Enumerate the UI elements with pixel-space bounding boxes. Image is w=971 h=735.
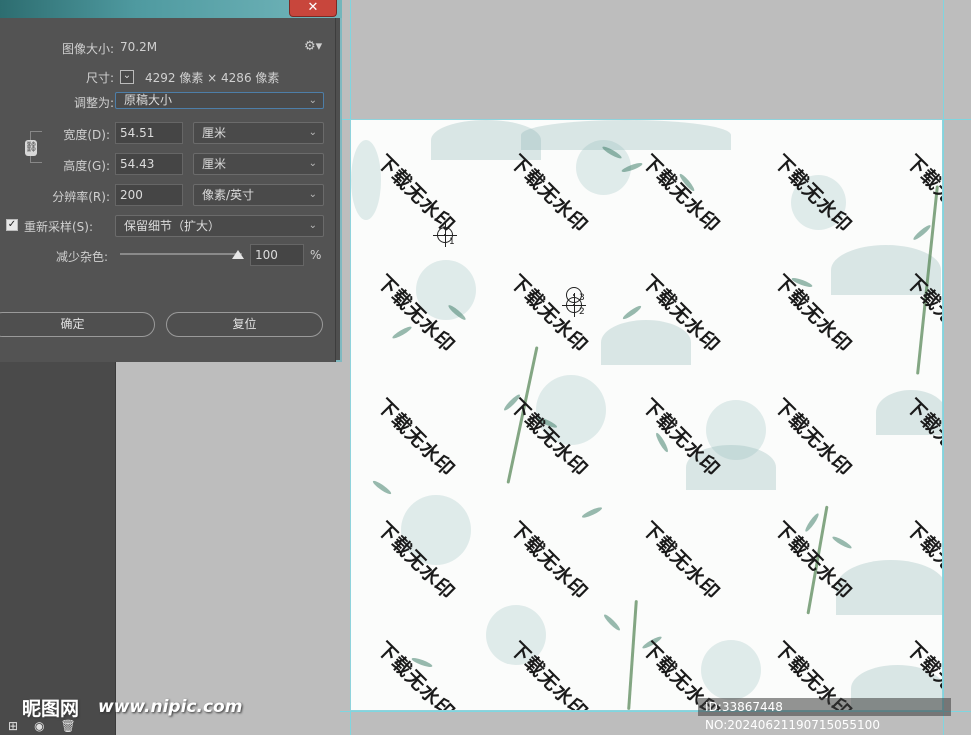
bamboo-leaf [831, 534, 853, 551]
noise-slider-track[interactable] [120, 253, 242, 255]
chevron-down-icon: ⌄ [308, 95, 317, 106]
fan-decoration [521, 120, 731, 150]
noise-label: 减少杂色: [55, 250, 108, 264]
fit-to-value: 原稿大小 [124, 93, 173, 107]
width-label: 宽度(D): [63, 128, 110, 142]
ok-button[interactable]: 确定 [0, 312, 155, 337]
image-size-dialog: ✕ 图像大小: 70.2M ⚙▾ 尺寸: ⌄ 4292 像素 × 4286 像素… [0, 0, 342, 362]
noise-unit: % [310, 248, 322, 262]
watermark-text: 下载无水印 [505, 517, 592, 605]
chevron-down-icon: ⌄ [308, 127, 317, 138]
bamboo-leaf [911, 223, 933, 242]
workspace: ⊞ ◉ 🗑 下载无水印 下载无水印 下载无水印 下载无水印 下载无水印 下载无水… [0, 0, 971, 735]
noise-field[interactable] [250, 244, 304, 266]
resolution-label: 分辨率(R): [52, 190, 110, 204]
trash-icon[interactable]: 🗑 [61, 719, 76, 733]
watermark-text: 下载无水印 [372, 637, 459, 711]
watermark-text: 下载无水印 [769, 394, 856, 482]
close-icon: ✕ [307, 0, 319, 15]
gear-icon[interactable]: ⚙▾ [304, 39, 322, 54]
width-field[interactable] [115, 122, 183, 144]
height-unit-value: 厘米 [202, 157, 227, 171]
resolution-unit-value: 像素/英寸 [202, 188, 255, 202]
sampler-number: 3 [579, 293, 585, 303]
document-canvas[interactable]: 下载无水印 下载无水印 下载无水印 下载无水印 下载无水印 下载无水印 下载无水… [350, 119, 943, 711]
noise-slider-thumb[interactable] [232, 250, 244, 259]
new-layer-icon[interactable]: ⊞ [8, 719, 18, 733]
watermark-text: 下载无水印 [637, 517, 724, 605]
watermark-text: 下载无水印 [901, 150, 943, 238]
height-unit-select[interactable]: 厘米 ⌄ [193, 153, 324, 175]
image-size-label: 图像大小: [61, 42, 114, 56]
sampler-number: 2 [579, 307, 585, 317]
bamboo-stem [627, 600, 638, 710]
camera-icon[interactable]: ◉ [34, 719, 44, 733]
bamboo-leaf [391, 324, 413, 341]
color-sampler-1[interactable]: 1 [433, 223, 459, 249]
width-unit-select[interactable]: 厘米 ⌄ [193, 122, 324, 144]
resample-select[interactable]: 保留细节（扩大） ⌄ [115, 215, 324, 237]
guide-line [943, 0, 944, 735]
chevron-down-icon: ⌄ [308, 189, 317, 200]
watermark-text: 下载无水印 [637, 150, 724, 238]
fit-to-select[interactable]: 原稿大小 ⌄ [115, 92, 324, 109]
watermark-text: 下载无水印 [769, 517, 856, 605]
site-logo: 昵图网 [22, 698, 80, 720]
site-url: www.nipic.com [98, 697, 243, 717]
panel-bottom-toolbar: ⊞ ◉ 🗑 [8, 719, 76, 733]
bamboo-leaf [621, 304, 643, 321]
color-sampler-3[interactable]: 3 [562, 285, 588, 307]
close-button[interactable]: ✕ [289, 0, 337, 17]
bamboo-leaf [602, 612, 622, 633]
bamboo-leaf [803, 512, 821, 533]
chevron-down-icon: ⌄ [308, 220, 317, 231]
sampler-number: 1 [449, 237, 455, 247]
height-field[interactable] [115, 153, 183, 175]
fan-decoration [351, 140, 381, 220]
image-id-label: ID:33867448 NO:20240621190715055100 [698, 698, 951, 732]
resample-checkbox[interactable]: ✓ [6, 219, 18, 231]
dimensions-value: 4292 像素 × 4286 像素 [145, 71, 280, 85]
width-unit-value: 厘米 [202, 126, 227, 140]
watermark-text: 下载无水印 [372, 394, 459, 482]
bamboo-leaf [371, 479, 393, 496]
resolution-unit-select[interactable]: 像素/英寸 ⌄ [193, 184, 324, 206]
resample-value: 保留细节（扩大） [124, 219, 221, 233]
image-size-value: 70.2M [120, 40, 158, 54]
dialog-body: 图像大小: 70.2M ⚙▾ 尺寸: ⌄ 4292 像素 × 4286 像素 调… [0, 18, 336, 362]
dimensions-dropdown[interactable]: ⌄ [120, 70, 134, 84]
chevron-down-icon: ⌄ [308, 158, 317, 169]
dimensions-label: 尺寸: [85, 71, 114, 85]
height-label: 高度(G): [63, 159, 110, 173]
resolution-field[interactable] [115, 184, 183, 206]
bamboo-leaf [580, 505, 604, 520]
watermark-text: 下载无水印 [505, 637, 592, 711]
reset-button[interactable]: 复位 [166, 312, 323, 337]
layers-panel: ⊞ ◉ 🗑 [0, 360, 116, 735]
resample-label: 重新采样(S): [24, 220, 94, 234]
fit-to-label: 调整为: [73, 96, 114, 110]
